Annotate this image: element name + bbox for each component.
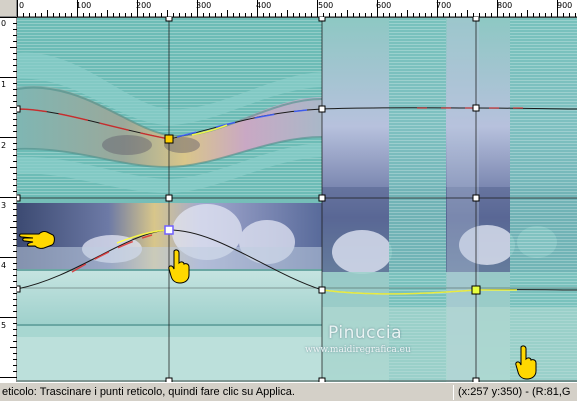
ruler-label: 3 — [1, 201, 7, 210]
vertical-ruler: 0 1 2 3 4 5 — [0, 17, 17, 382]
canvas-artwork — [17, 17, 577, 382]
ruler-label: 800 — [497, 1, 513, 10]
ruler-label: 100 — [76, 1, 92, 10]
status-divider — [453, 385, 454, 400]
ruler-label: 1 — [1, 80, 7, 89]
ruler-label: 0 — [19, 1, 25, 10]
ruler-label: 2 — [1, 141, 7, 150]
ruler-label: 5 — [1, 321, 7, 330]
pointing-hand-icon — [515, 345, 537, 380]
cursor-coordinates: (x:257 y:350) - (R:81,G — [458, 386, 571, 398]
ruler-label: 900 — [557, 1, 573, 10]
watermark-url: www.maidiregrafica.eu — [305, 345, 411, 355]
ruler-label: 500 — [318, 1, 334, 10]
image-canvas[interactable]: Pinuccia www.maidiregrafica.eu — [17, 17, 577, 382]
ruler-label: 0 — [1, 19, 7, 28]
pointing-hand-icon — [168, 249, 190, 284]
ruler-corner — [0, 0, 17, 17]
ruler-label: 300 — [196, 1, 212, 10]
horizontal-ruler: 0 100 200 300 400 500 600 700 800 900 — [0, 0, 577, 17]
status-bar: eticolo: Trascinare i punti reticolo, qu… — [0, 382, 577, 401]
ruler-label: 4 — [1, 261, 7, 270]
ruler-label: 400 — [256, 1, 272, 10]
ruler-label: 600 — [376, 1, 392, 10]
status-message: eticolo: Trascinare i punti reticolo, qu… — [2, 386, 295, 398]
ruler-label: 200 — [136, 1, 152, 10]
watermark-name: Pinuccia — [328, 323, 402, 343]
ruler-label: 700 — [436, 1, 452, 10]
pointing-hand-icon — [19, 231, 55, 249]
